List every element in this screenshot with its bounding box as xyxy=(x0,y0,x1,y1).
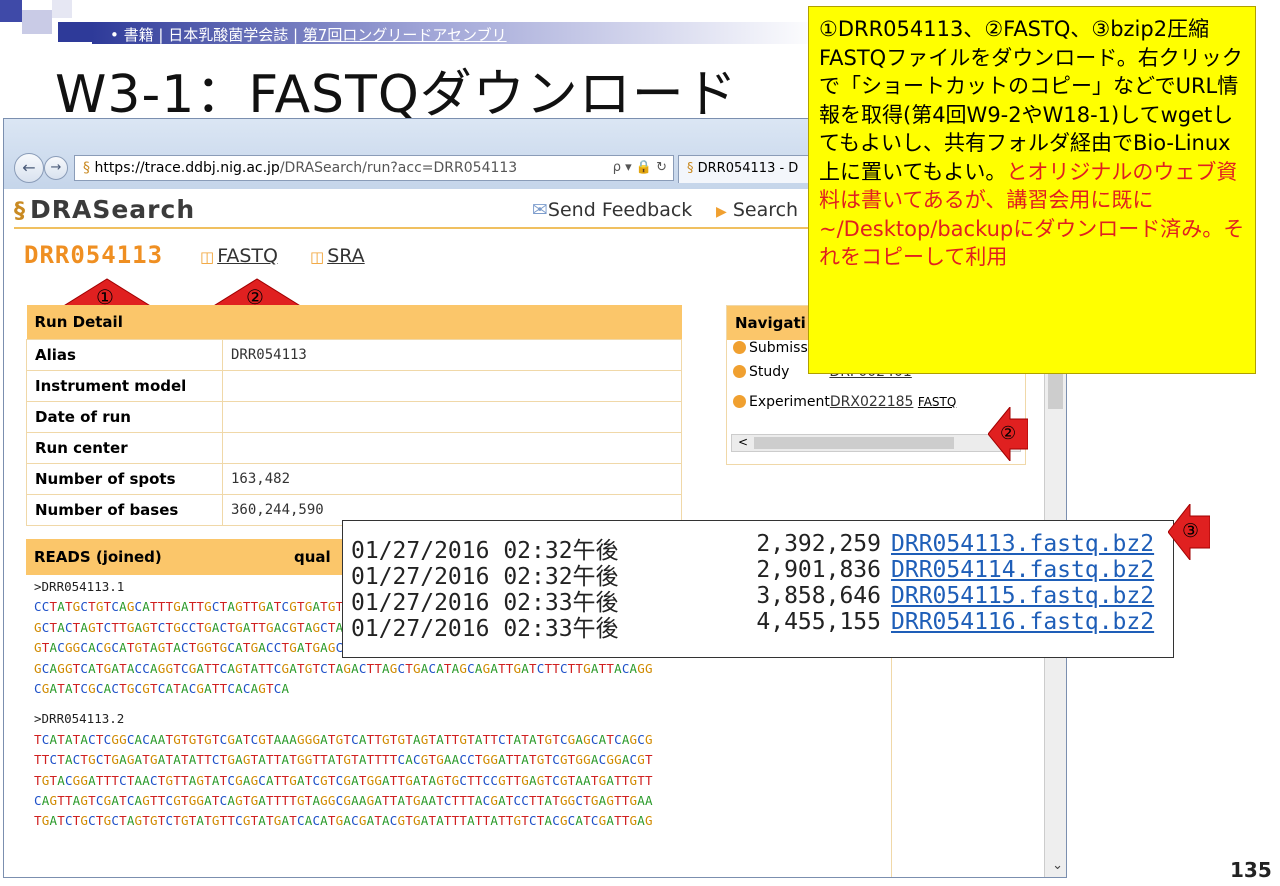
nav-label: Study xyxy=(749,364,790,380)
sequence-line: TCATATACTCGGCACAATGTGTGTCGATCGTAAAGGGATG… xyxy=(34,731,653,747)
triangle-right-icon: ▶ xyxy=(716,204,727,220)
detail-key: Run center xyxy=(26,431,223,464)
nav-horizontal-scrollbar[interactable]: < > xyxy=(731,434,1021,452)
scroll-left-arrow[interactable]: < xyxy=(738,435,748,449)
tab-title: DRR054113 - D xyxy=(697,161,799,176)
marker-3-label: ③ xyxy=(1182,520,1200,542)
instruction-callout: ①DRR054113、②FASTQ、③bzip2圧縮FASTQファイルをダウンロ… xyxy=(808,6,1256,374)
experiment-link[interactable]: DRX022185 xyxy=(830,394,914,410)
detail-key: Number of spots xyxy=(26,462,223,495)
sequence-line: CAGTTAGTCGATCAGTTCGTGGATCAGTGATTTTGTAGGC… xyxy=(34,793,653,809)
file-size: 3,858,646 xyxy=(756,583,881,609)
read-id: >DRR054113.2 xyxy=(34,711,125,727)
download-icon: ◫ xyxy=(200,248,215,266)
run-detail-table: Run Detail Alias DRR054113 Instrument mod… xyxy=(26,305,682,526)
detail-value: 163,482 xyxy=(222,462,682,495)
tab-icon: § xyxy=(687,161,694,176)
list-item: 01/27/2016 02:32午後 2,901,836 DRR054114.f… xyxy=(351,557,1173,590)
file-link[interactable]: DRR054114.fastq.bz2 xyxy=(891,557,1154,583)
forward-button[interactable]: → xyxy=(44,156,68,180)
back-button[interactable]: ← xyxy=(14,153,44,183)
list-item: 01/27/2016 02:32午後 2,392,259 DRR054113.f… xyxy=(351,531,1173,564)
scroll-thumb[interactable] xyxy=(1048,369,1063,409)
list-item: 01/27/2016 02:33午後 4,455,155 DRR054116.f… xyxy=(351,609,1173,642)
page-number: 135 xyxy=(1230,858,1272,882)
detail-key: Date of run xyxy=(26,400,223,433)
nav-label: Experiment xyxy=(749,394,830,410)
fastq-label: FASTQ xyxy=(217,245,278,267)
sra-label: SRA xyxy=(327,245,365,267)
file-size: 4,455,155 xyxy=(756,609,881,635)
address-bar-icons[interactable]: ρ ▾ 🔒 ↻ xyxy=(613,156,667,180)
table-row: Number of spots 163,482 xyxy=(26,462,682,495)
detail-key: Instrument model xyxy=(26,369,223,402)
file-link[interactable]: DRR054115.fastq.bz2 xyxy=(891,583,1154,609)
table-row: Date of run xyxy=(26,400,682,433)
sequence-line: TGATCTGCTGCTAGTGTCTGTATGTTCGTATGATCACATG… xyxy=(34,813,653,829)
detail-key: Alias xyxy=(26,338,223,371)
detail-value xyxy=(222,431,682,464)
table-row: Run center xyxy=(26,431,682,464)
file-link[interactable]: DRR054113.fastq.bz2 xyxy=(891,531,1154,557)
url-host: https://trace.ddbj.nig.ac.jp xyxy=(94,160,280,176)
slide-title: W3-1：FASTQダウンロード xyxy=(55,65,738,125)
detail-value xyxy=(222,400,682,433)
fastq-download-link[interactable]: ◫ FASTQ xyxy=(200,245,278,267)
file-size: 2,901,836 xyxy=(756,557,881,583)
slide-decoration xyxy=(0,0,22,22)
nav-item-experiment[interactable]: ExperimentDRX022185 FASTQ xyxy=(727,388,1025,428)
list-item: 01/27/2016 02:33午後 3,858,646 DRR054115.f… xyxy=(351,583,1173,616)
file-link[interactable]: DRR054116.fastq.bz2 xyxy=(891,609,1154,635)
sequence-line: TTCTACTGCTGAGATGATATATTCTGAGTATTATGGTTAT… xyxy=(34,752,653,768)
run-detail-header: Run Detail xyxy=(26,305,682,339)
slide-decoration xyxy=(58,22,92,42)
download-icon: ◫ xyxy=(310,248,325,266)
logo-text: DRASearch xyxy=(30,195,196,224)
search-link[interactable]: ▶ Search xyxy=(716,199,798,221)
marker-2b-label: ② xyxy=(1000,423,1017,444)
dna-icon: § xyxy=(14,199,26,224)
slide-decoration xyxy=(22,10,52,34)
table-row: Alias DRR054113 xyxy=(26,338,682,371)
url-path: /DRASearch/run?acc=DRR054113 xyxy=(279,160,518,176)
file-date: 01/27/2016 02:33午後 xyxy=(351,616,619,642)
breadcrumb-prefix: • 書籍 | 日本乳酸菌学会誌 | xyxy=(110,26,303,44)
table-row: Instrument model xyxy=(26,369,682,402)
address-bar[interactable]: § https://trace.ddbj.nig.ac.jp/DRASearch… xyxy=(74,155,674,181)
qual-label: qual xyxy=(294,548,331,566)
experiment-fastq-link[interactable]: FASTQ xyxy=(918,395,956,409)
slide-decoration xyxy=(52,0,72,18)
breadcrumb: • 書籍 | 日本乳酸菌学会誌 | 第7回ロングリードアセンブリ xyxy=(110,24,507,45)
site-icon: § xyxy=(83,160,90,176)
sequence-line: CGATATCGCACTGCGTCATACGATTCACAGTCA xyxy=(34,681,290,697)
detail-value: DRR054113 xyxy=(222,338,682,371)
circle-arrow-icon xyxy=(733,341,746,354)
reads-title: READS (joined) xyxy=(34,548,162,566)
sequence-line: TGTACGGATTTCTAACTGTTAGTATCGAGCATTGATCGTC… xyxy=(34,772,653,788)
file-size: 2,392,259 xyxy=(756,531,881,557)
file-listing: 01/27/2016 02:32午後 2,392,259 DRR054113.f… xyxy=(342,520,1174,658)
feedback-label: Send Feedback xyxy=(547,199,693,221)
search-label: Search xyxy=(732,199,799,221)
dra-logo[interactable]: § DRASearch xyxy=(14,195,195,224)
detail-value xyxy=(222,369,682,402)
breadcrumb-link[interactable]: 第7回ロングリードアセンブリ xyxy=(303,26,507,44)
scroll-thumb[interactable] xyxy=(754,437,954,449)
circle-arrow-icon xyxy=(733,365,746,378)
sequence-line: GCAGGTCATGATACCAGGTCGATTCAGTATTCGATGTCTA… xyxy=(34,660,653,676)
circle-arrow-icon xyxy=(733,395,746,408)
sra-download-link[interactable]: ◫ SRA xyxy=(310,245,365,267)
chevron-down-icon[interactable]: ⌄ xyxy=(1052,858,1063,873)
run-id-link[interactable]: DRR054113 xyxy=(24,241,163,269)
send-feedback-link[interactable]: ✉Send Feedback xyxy=(532,199,692,221)
detail-key: Number of bases xyxy=(26,493,223,526)
nav-label: Submiss xyxy=(749,340,808,356)
envelope-icon: ✉ xyxy=(532,199,548,221)
